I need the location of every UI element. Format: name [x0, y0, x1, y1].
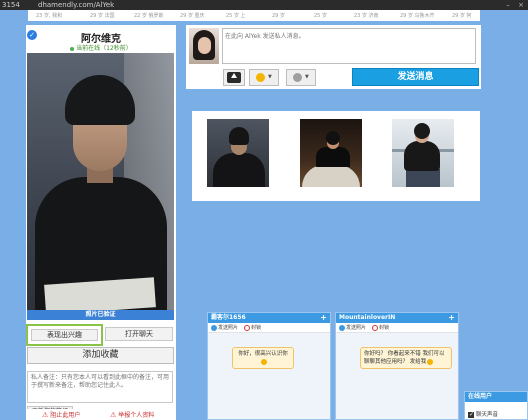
online-status: 当前在线（12秒前）	[26, 43, 176, 52]
photo-gallery	[192, 111, 480, 201]
block-icon[interactable]	[372, 324, 379, 331]
send-photo-icon[interactable]	[211, 324, 217, 331]
online-users-panel: 在线用户 聊天声音	[464, 391, 528, 420]
send-photo-icon[interactable]	[339, 324, 345, 331]
block-link[interactable]: 封锁	[251, 325, 261, 331]
report-profile-link[interactable]: ⚠ 举报个人资料	[110, 410, 154, 419]
chat-message-text: 你好，很高兴认识你	[238, 351, 288, 357]
checkbox-icon[interactable]	[468, 410, 474, 420]
expand-icon[interactable]: +	[448, 313, 455, 323]
open-chat-button[interactable]: 打开聊天	[105, 327, 173, 341]
warning-icon: ⚠	[42, 411, 49, 419]
photo-upload-button[interactable]	[223, 69, 245, 86]
chat-actions: 发送照片 封锁	[336, 323, 458, 333]
gallery-photo-2[interactable]	[300, 119, 362, 187]
chevron-down-icon: ▼	[268, 74, 272, 80]
message-input[interactable]	[222, 28, 476, 64]
strip-item[interactable]: 22 岁 俄罗斯	[134, 12, 164, 19]
chat-actions: 发送照片 封锁	[208, 323, 330, 333]
block-link[interactable]: 封锁	[379, 325, 389, 331]
chat-username[interactable]: MountainloverIN	[339, 314, 395, 321]
chat-window[interactable]: MountainloverIN + 发送照片 封锁 你好吗？ 你看起来不错 我们可以…	[335, 312, 459, 420]
add-favorite-button[interactable]: 添加收藏	[27, 347, 174, 364]
smile-emoji-icon	[427, 358, 434, 365]
block-user-link[interactable]: ⚠ 阻止此用户	[42, 410, 80, 419]
show-interest-button[interactable]: 表现出兴趣	[26, 324, 103, 346]
chat-message: 你好，很高兴认识你	[232, 347, 294, 369]
block-icon[interactable]	[244, 324, 251, 331]
strip-item[interactable]: 29 岁 阿	[452, 12, 472, 19]
chat-body: 你好吗？ 你看起来不错 我们可以聊聊其他应用吗？ 发给我	[336, 333, 458, 419]
strip-item[interactable]: 25 岁 上	[226, 12, 246, 19]
show-interest-label: 表现出兴趣	[31, 329, 98, 341]
send-photo-link[interactable]: 发送照片	[346, 325, 366, 331]
strip-item[interactable]: 29 岁 法国	[90, 12, 115, 19]
emoji-icon	[256, 73, 265, 82]
private-note-field[interactable]	[27, 371, 173, 403]
chat-sound-label: 聊天声音	[476, 412, 499, 418]
online-users-title[interactable]: 在线用户	[465, 392, 527, 402]
profile-panel: ✓ 阿尔维克 当前在线（12秒前） 照片已验证 表现出兴趣 打开聊天 添加收藏 …	[26, 25, 176, 420]
strip-item[interactable]: 23 岁, 我和	[36, 12, 62, 19]
profile-photo[interactable]	[27, 53, 174, 311]
chevron-down-icon: ▼	[305, 74, 309, 80]
strip-item[interactable]: 29 岁 重庆	[180, 12, 205, 19]
photo-verified-banner: 照片已验证	[27, 310, 174, 320]
strip-item[interactable]: 23 岁 济南	[354, 12, 379, 19]
upload-photo-icon	[227, 72, 241, 83]
chat-sound-toggle[interactable]: 聊天声音	[465, 410, 527, 420]
strip-item[interactable]: 29 岁 乌鲁木齐	[400, 12, 435, 19]
gallery-photo-1[interactable]	[207, 119, 269, 187]
tab-number: 3154	[2, 1, 20, 9]
chat-window[interactable]: 霸客尔1656 + 发送照片 封锁 你好，很高兴认识你	[207, 312, 331, 420]
strip-item[interactable]: 29 岁	[272, 12, 285, 19]
send-message-button[interactable]: 发送消息	[352, 68, 479, 86]
profile-actions: ⚠ 阻止此用户 ⚠ 举报个人资料	[26, 409, 176, 420]
chat-body: 你好，很高兴认识你	[208, 333, 330, 419]
send-photo-link[interactable]: 发送照片	[218, 325, 238, 331]
close-icon[interactable]: ×	[516, 0, 526, 10]
chat-message: 你好吗？ 你看起来不错 我们可以聊聊其他应用吗？ 发给我	[360, 347, 452, 369]
expand-icon[interactable]: +	[320, 313, 327, 323]
my-avatar	[189, 28, 219, 64]
chat-username[interactable]: 霸客尔1656	[211, 314, 246, 321]
browser-bar: 3154 dhamendly.com/AlYek – ×	[0, 0, 528, 10]
gallery-photo-3[interactable]	[392, 119, 454, 187]
address-bar[interactable]: dhamendly.com/AlYek	[38, 0, 114, 10]
gift-button[interactable]: ▼	[286, 69, 316, 86]
gift-icon	[293, 73, 302, 82]
chat-header[interactable]: MountainloverIN +	[336, 313, 458, 323]
profile-strip: 23 岁, 我和 29 岁 法国 22 岁 俄罗斯 29 岁 重庆 25 岁 上…	[28, 10, 480, 21]
block-user-label: 阻止此用户	[50, 412, 81, 419]
report-profile-label: 举报个人资料	[118, 412, 155, 419]
emoji-button[interactable]: ▼	[249, 69, 279, 86]
chat-header[interactable]: 霸客尔1656 +	[208, 313, 330, 323]
smile-emoji-icon	[260, 358, 267, 365]
online-dot-icon	[70, 46, 75, 51]
minimize-icon[interactable]: –	[503, 0, 513, 10]
message-composer: ▼ ▼ 发送消息	[186, 25, 481, 89]
online-status-text: 当前在线（12秒前）	[76, 45, 132, 52]
strip-item[interactable]: 25 岁	[314, 12, 327, 19]
warning-icon: ⚠	[110, 411, 117, 419]
